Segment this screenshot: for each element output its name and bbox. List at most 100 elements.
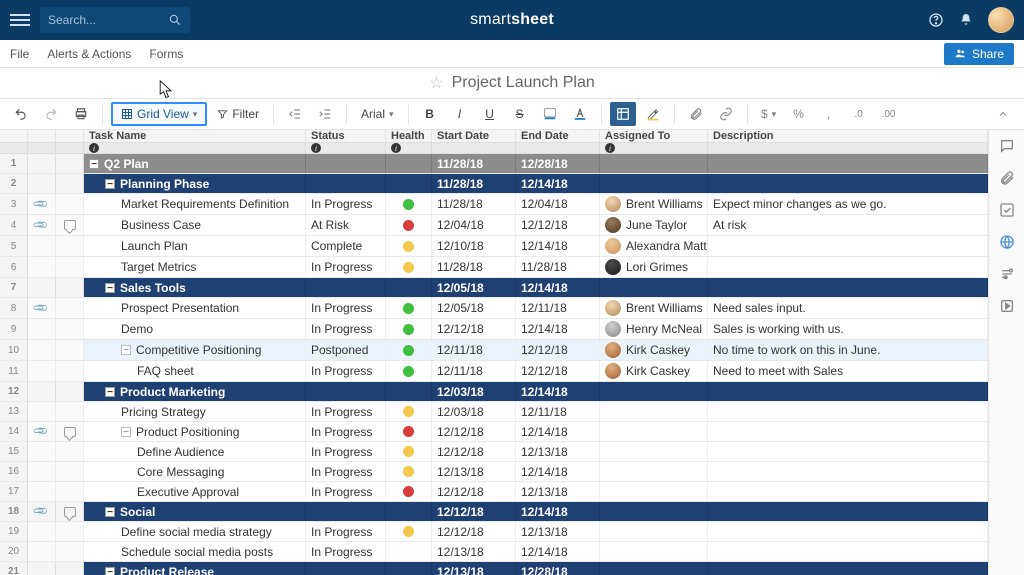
comment-icon[interactable] <box>64 427 76 437</box>
menu-forms[interactable]: Forms <box>149 47 183 61</box>
increase-decimal[interactable]: .00 <box>876 102 902 126</box>
currency-button[interactable]: $▾ <box>756 102 782 126</box>
table-row[interactable]: 19Define social media strategyIn Progres… <box>0 522 988 542</box>
collapse-toggle[interactable]: − <box>121 345 131 355</box>
decrease-decimal[interactable]: .0 <box>846 102 872 126</box>
status-cell[interactable]: In Progress <box>306 522 386 541</box>
comment-icon[interactable] <box>64 507 76 517</box>
attachment-icon[interactable]: 📎 <box>33 196 50 213</box>
status-cell[interactable]: In Progress <box>306 319 386 339</box>
fill-color-button[interactable] <box>537 102 563 126</box>
table-row[interactable]: 2−Planning Phase11/28/1812/14/18 <box>0 174 988 194</box>
activity-panel-icon[interactable] <box>999 202 1015 218</box>
status-cell[interactable]: In Progress <box>306 422 386 441</box>
share-button[interactable]: Share <box>944 43 1014 65</box>
status-cell[interactable] <box>306 382 386 401</box>
table-row[interactable]: 15Define AudienceIn Progress12/12/1812/1… <box>0 442 988 462</box>
col-start[interactable]: Start Date <box>432 130 516 142</box>
collapse-toggle[interactable]: − <box>105 507 115 517</box>
status-cell[interactable]: Complete <box>306 236 386 256</box>
status-cell[interactable]: In Progress <box>306 361 386 381</box>
table-row[interactable]: 14📎−Product PositioningIn Progress12/12/… <box>0 422 988 442</box>
status-cell[interactable]: In Progress <box>306 402 386 421</box>
settings-panel-icon[interactable] <box>999 266 1015 282</box>
table-row[interactable]: 8📎Prospect PresentationIn Progress12/05/… <box>0 298 988 319</box>
underline-button[interactable]: U <box>477 102 503 126</box>
table-row[interactable]: 3📎Market Requirements DefinitionIn Progr… <box>0 194 988 215</box>
hamburger-icon[interactable] <box>10 10 30 30</box>
status-cell[interactable]: In Progress <box>306 298 386 318</box>
status-cell[interactable]: At Risk <box>306 215 386 235</box>
collapse-toolbar[interactable] <box>990 102 1016 126</box>
redo-button[interactable] <box>38 102 64 126</box>
comment-icon[interactable] <box>64 220 76 230</box>
undo-button[interactable] <box>8 102 34 126</box>
collapse-toggle[interactable]: − <box>89 159 99 169</box>
table-row[interactable]: 10−Competitive PositioningPostponed12/11… <box>0 340 988 361</box>
attachment-icon[interactable]: 📎 <box>33 217 50 234</box>
table-row[interactable]: 5Launch PlanComplete12/10/1812/14/18Alex… <box>0 236 988 257</box>
table-row[interactable]: 12−Product Marketing12/03/1812/14/18 <box>0 382 988 402</box>
table-row[interactable]: 16Core MessagingIn Progress12/13/1812/14… <box>0 462 988 482</box>
data-grid[interactable]: Task Name Status Health Start Date End D… <box>0 130 988 575</box>
highlight-button[interactable] <box>640 102 666 126</box>
table-row[interactable]: 17Executive ApprovalIn Progress12/12/181… <box>0 482 988 502</box>
font-select[interactable]: Arial ▾ <box>355 102 400 126</box>
col-task[interactable]: Task Name <box>84 130 306 142</box>
status-cell[interactable]: In Progress <box>306 542 386 561</box>
table-row[interactable]: 21−Product Release12/13/1812/28/18 <box>0 562 988 575</box>
filter-button[interactable]: Filter <box>211 102 265 126</box>
col-status[interactable]: Status <box>306 130 386 142</box>
table-row[interactable]: 20Schedule social media postsIn Progress… <box>0 542 988 562</box>
search-box[interactable] <box>40 7 190 33</box>
table-row[interactable]: 4📎Business CaseAt Risk12/04/1812/12/18Ju… <box>0 215 988 236</box>
status-cell[interactable]: In Progress <box>306 482 386 501</box>
col-health[interactable]: Health <box>386 130 432 142</box>
help-icon[interactable] <box>928 12 944 28</box>
collapse-toggle[interactable]: − <box>105 387 115 397</box>
text-color-button[interactable] <box>567 102 593 126</box>
attachment-icon[interactable]: 📎 <box>33 503 50 520</box>
conditional-format-button[interactable] <box>610 102 636 126</box>
table-row[interactable]: 13Pricing StrategyIn Progress12/03/1812/… <box>0 402 988 422</box>
table-row[interactable]: 11FAQ sheetIn Progress12/11/1812/12/18Ki… <box>0 361 988 382</box>
attachment-button[interactable] <box>683 102 709 126</box>
table-row[interactable]: 9DemoIn Progress12/12/1812/14/18Henry Mc… <box>0 319 988 340</box>
status-cell[interactable] <box>306 154 386 173</box>
status-cell[interactable]: In Progress <box>306 257 386 277</box>
outdent-button[interactable] <box>282 102 308 126</box>
collapse-toggle[interactable]: − <box>105 179 115 189</box>
menu-alerts[interactable]: Alerts & Actions <box>47 47 131 61</box>
view-switcher[interactable]: Grid View▾ <box>111 102 207 126</box>
attachments-panel-icon[interactable] <box>999 170 1015 186</box>
table-row[interactable]: 18📎−Social12/12/1812/14/18 <box>0 502 988 522</box>
table-row[interactable]: 7−Sales Tools12/05/1812/14/18 <box>0 278 988 298</box>
user-avatar[interactable] <box>988 7 1014 33</box>
collapse-toggle[interactable]: − <box>105 283 115 293</box>
link-button[interactable] <box>713 102 739 126</box>
status-cell[interactable]: In Progress <box>306 442 386 461</box>
status-cell[interactable] <box>306 502 386 521</box>
status-cell[interactable] <box>306 174 386 193</box>
bell-icon[interactable] <box>958 12 974 28</box>
comments-panel-icon[interactable] <box>999 138 1015 154</box>
publish-panel-icon[interactable] <box>999 234 1015 250</box>
collapse-toggle[interactable]: − <box>105 567 115 575</box>
star-icon[interactable]: ☆ <box>429 73 443 93</box>
status-cell[interactable]: Postponed <box>306 340 386 360</box>
attachment-icon[interactable]: 📎 <box>33 300 50 317</box>
status-cell[interactable] <box>306 278 386 297</box>
indent-button[interactable] <box>312 102 338 126</box>
status-cell[interactable] <box>306 562 386 575</box>
attachment-icon[interactable]: 📎 <box>33 423 50 440</box>
col-desc[interactable]: Description <box>708 130 988 142</box>
search-input[interactable] <box>48 13 168 27</box>
table-row[interactable]: 1−Q2 Plan11/28/1812/28/18 <box>0 154 988 174</box>
col-end[interactable]: End Date <box>516 130 600 142</box>
col-assigned[interactable]: Assigned To <box>600 130 708 142</box>
status-cell[interactable]: In Progress <box>306 194 386 214</box>
table-row[interactable]: 6Target MetricsIn Progress11/28/1811/28/… <box>0 257 988 278</box>
strike-button[interactable]: S <box>507 102 533 126</box>
sheet-title[interactable]: Project Launch Plan <box>452 74 595 92</box>
status-cell[interactable]: In Progress <box>306 462 386 481</box>
